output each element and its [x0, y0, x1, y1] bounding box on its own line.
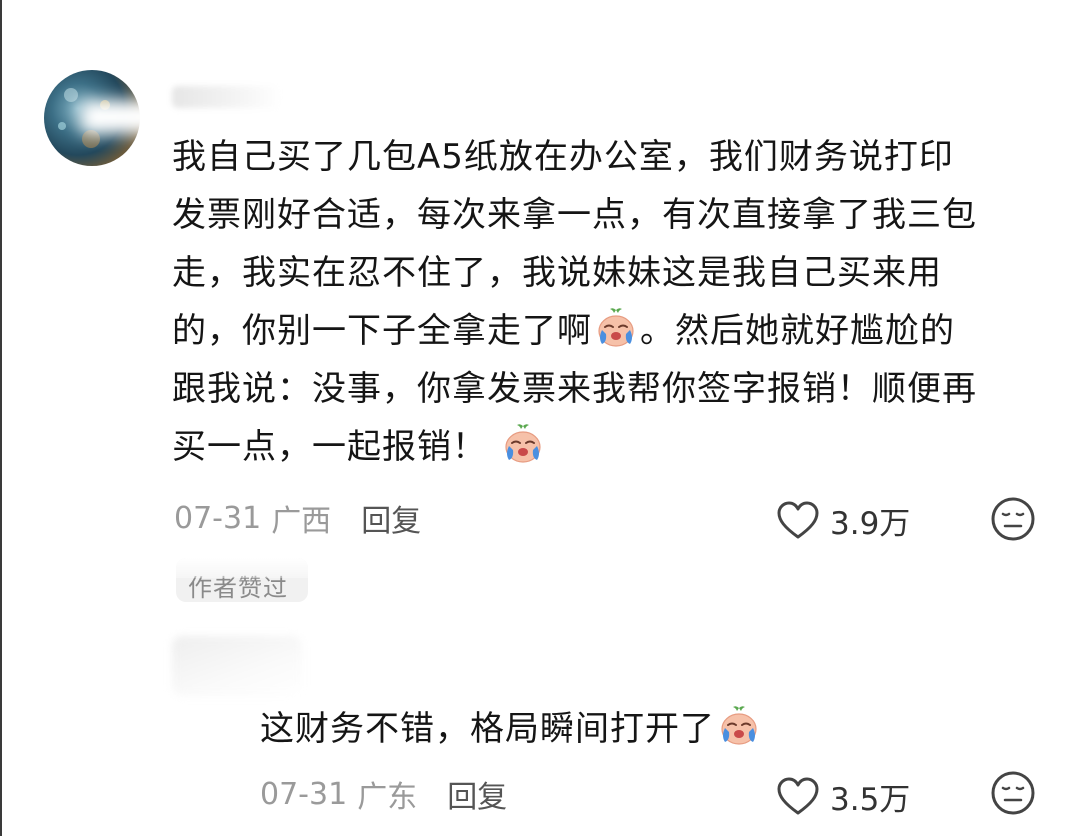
like-count: 3.9万: [830, 506, 911, 542]
reply-like-count: 3.5万: [830, 782, 911, 818]
comment-line-part: 。然后她就好尴尬的: [640, 311, 955, 351]
reply-body: 这财务不错，格局瞬间打开了: [260, 700, 763, 758]
reply-like-button[interactable]: 3.5万: [776, 774, 910, 819]
comment-thread: 我自己买了几包A5纸放在办公室，我们财务说打印 发票刚好合适，每次来拿一点，有次…: [0, 0, 1080, 836]
avatar-redaction: [80, 100, 170, 134]
comment-line: 发票刚好合适，每次来拿一点，有次直接拿了我三包: [172, 195, 977, 235]
comment-line-with-emoji: 买一点，一起报销！: [172, 418, 1042, 476]
reply-location: 广东: [357, 780, 418, 815]
heart-icon: [777, 777, 819, 814]
comment-line-part: 买一点，一起报销！: [172, 427, 487, 467]
comment-date: 07-31: [174, 500, 262, 536]
crying-emoji-icon: [594, 306, 638, 350]
window-edge: [0, 0, 2, 836]
comment-line: 跟我说：没事，你拿发票来我帮你签字报销！顺便再: [172, 369, 977, 409]
comment-meta: 07-31 广西 回复: [174, 496, 421, 540]
dislike-face-icon[interactable]: [990, 496, 1036, 542]
comment-line-part: 的，你别一下子全拿走了啊: [172, 311, 592, 351]
comment-line-with-emoji: 的，你别一下子全拿走了啊 。然后她就好尴尬的: [172, 302, 1042, 360]
heart-icon: [777, 501, 819, 538]
reply-text: 这财务不错，格局瞬间打开了: [260, 709, 715, 749]
like-button[interactable]: 3.9万: [776, 498, 910, 543]
comment-location: 广西: [271, 504, 332, 539]
reply-button[interactable]: 回复: [361, 496, 421, 540]
crying-emoji-icon: [501, 422, 545, 466]
crying-emoji-icon: [717, 704, 761, 748]
comment-body: 我自己买了几包A5纸放在办公室，我们财务说打印 发票刚好合适，每次来拿一点，有次…: [172, 128, 1042, 476]
reply-meta: 07-31 广东 回复: [260, 772, 507, 816]
comment-line: 走，我实在忍不住了，我说妹妹这是我自己买来用: [172, 253, 942, 293]
reply-date: 07-31: [260, 776, 348, 812]
comment-line: 我自己买了几包A5纸放在办公室，我们财务说打印: [172, 137, 954, 177]
reply-user-redacted[interactable]: [172, 636, 302, 696]
username-redacted[interactable]: [172, 86, 282, 108]
dislike-face-icon[interactable]: [990, 770, 1036, 816]
author-liked-badge: 作者赞过: [176, 558, 308, 602]
reply-reply-button[interactable]: 回复: [447, 772, 507, 816]
